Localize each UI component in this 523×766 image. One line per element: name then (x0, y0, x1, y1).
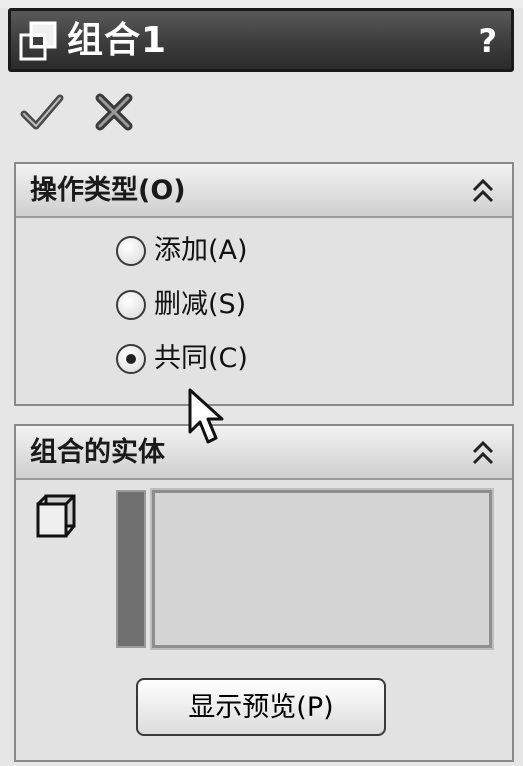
solid-body-icon (36, 494, 76, 538)
help-button[interactable]: ? (478, 21, 497, 61)
radio-subtract-label: 删减(S) (154, 289, 247, 320)
operation-type-label: 操作类型(O) (30, 175, 186, 206)
selection-color-bar (116, 490, 146, 648)
radio-button[interactable] (116, 290, 146, 320)
bodies-to-combine-header[interactable]: 组合的实体 (16, 426, 512, 480)
collapse-chevron-icon[interactable] (466, 172, 500, 210)
radio-common-label: 共同(C) (154, 343, 248, 374)
combine-feature-icon (19, 21, 57, 61)
property-manager-title-bar: 组合1 ? (8, 8, 514, 72)
operation-type-group: 操作类型(O) 添加(A) 删减(S) 共同(C) (14, 162, 514, 406)
radio-selected-dot (126, 354, 136, 364)
operation-type-header[interactable]: 操作类型(O) (16, 164, 512, 218)
show-preview-button[interactable]: 显示预览(P) (136, 678, 386, 736)
collapse-chevron-icon[interactable] (466, 434, 500, 472)
panel-title: 组合1 (67, 20, 168, 61)
radio-button-selected[interactable] (116, 344, 146, 374)
bodies-selection-box[interactable] (150, 488, 494, 650)
radio-add-label: 添加(A) (154, 235, 248, 266)
radio-button[interactable] (116, 236, 146, 266)
bodies-to-combine-group: 组合的实体 显示预览(P) (14, 424, 514, 762)
cancel-x-icon[interactable] (92, 90, 136, 134)
ok-checkmark-icon[interactable] (20, 90, 64, 134)
bodies-to-combine-label: 组合的实体 (30, 437, 165, 468)
top-strip (0, 0, 523, 8)
